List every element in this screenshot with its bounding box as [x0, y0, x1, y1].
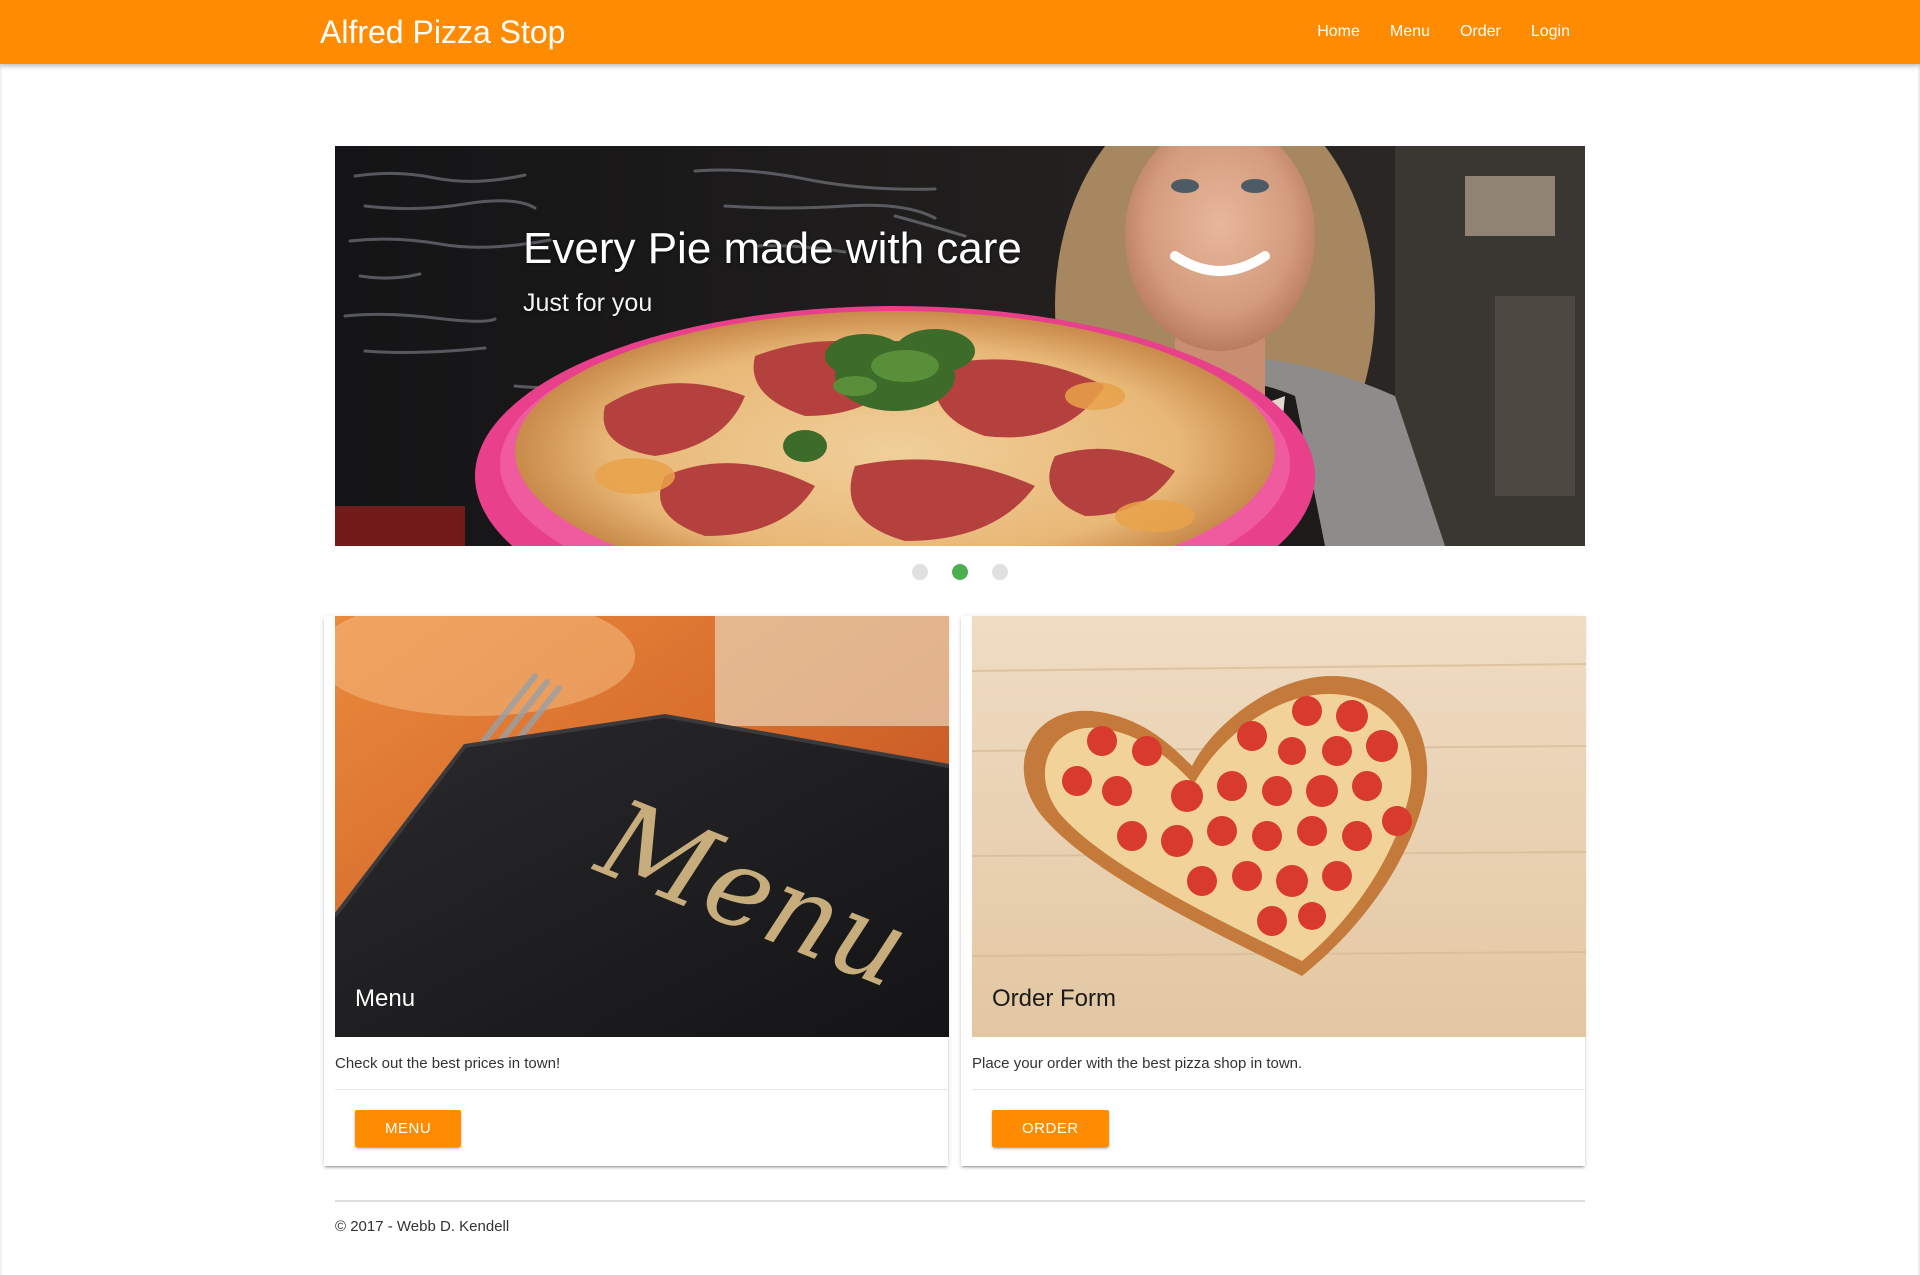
menu-card: Menu Menu Check out the best prices in t…: [324, 616, 949, 1166]
nav-order-link[interactable]: Order: [1445, 0, 1516, 64]
menu-card-image: Menu Menu: [335, 616, 949, 1037]
order-card: Order Form Place your order with the bes…: [961, 616, 1586, 1166]
heart-pizza-image: [972, 616, 1586, 1037]
menu-button[interactable]: MENU: [355, 1110, 462, 1147]
order-card-image: Order Form: [972, 616, 1586, 1037]
menu-card-title: Menu: [355, 985, 416, 1012]
footer-divider: [335, 1200, 1585, 1202]
slider-indicators: [0, 564, 1920, 580]
slider-indicator-3[interactable]: [992, 564, 1008, 580]
nav-menu-link[interactable]: Menu: [1375, 0, 1445, 64]
menu-book-image: Menu: [335, 616, 949, 1037]
top-navbar: Alfred Pizza Stop Home Menu Order Login: [0, 0, 1920, 64]
brand-logo-link[interactable]: Alfred Pizza Stop: [320, 12, 565, 52]
order-card-divider: [972, 1089, 1586, 1090]
order-button[interactable]: ORDER: [992, 1110, 1109, 1147]
hero-slide-image: [335, 146, 1585, 546]
order-card-title: Order Form: [992, 985, 1117, 1012]
nav-login-link[interactable]: Login: [1516, 0, 1585, 64]
nav-home-link[interactable]: Home: [1302, 0, 1375, 64]
page-edge-left: [0, 64, 2, 1275]
hero-slider[interactable]: Every Pie made with care Just for you: [335, 146, 1585, 546]
menu-card-divider: [335, 1089, 949, 1090]
slide-subtitle: Just for you: [523, 289, 653, 317]
order-card-text: Place your order with the best pizza sho…: [972, 1055, 1303, 1072]
slider-indicator-1[interactable]: [912, 564, 928, 580]
slide-title: Every Pie made with care: [523, 224, 1022, 273]
footer-copyright: © 2017 - Webb D. Kendell: [335, 1218, 510, 1235]
main-nav: Home Menu Order Login: [1302, 0, 1585, 64]
slider-indicator-2-active[interactable]: [952, 564, 968, 580]
menu-card-text: Check out the best prices in town!: [335, 1055, 561, 1072]
